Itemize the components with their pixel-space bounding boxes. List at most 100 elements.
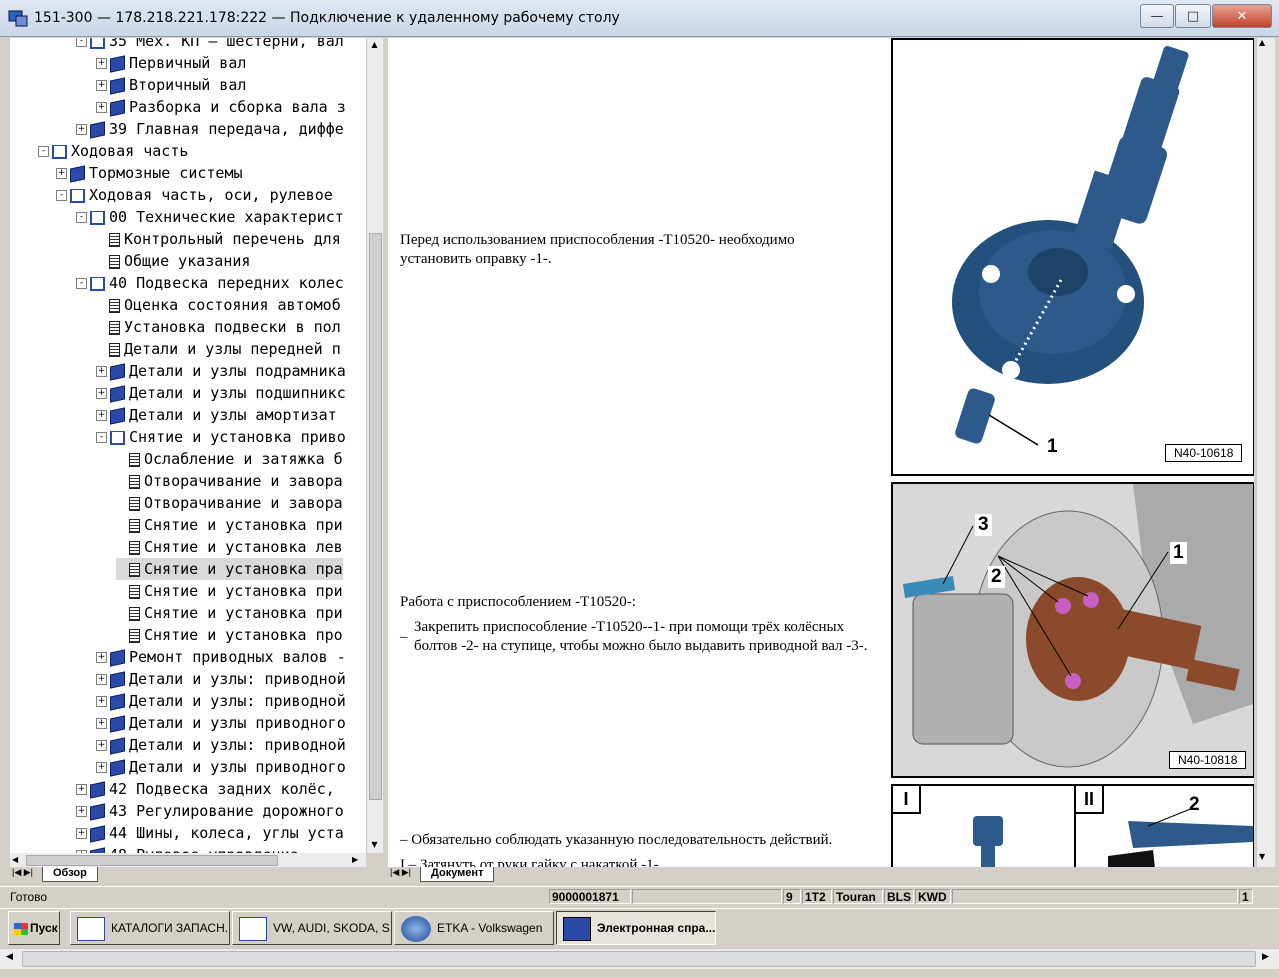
scroll-right-icon[interactable]: ▶ xyxy=(352,853,358,867)
taskbar-item-etka[interactable]: ETKA - Volkswagen xyxy=(394,911,554,945)
expand-icon[interactable]: + xyxy=(96,652,107,663)
maximize-button[interactable]: □ xyxy=(1175,4,1211,28)
tree-item[interactable]: Снятие и установка пра xyxy=(116,558,343,580)
tree-item[interactable]: + Детали и узлы: приводной xyxy=(96,690,346,712)
taskbar-item-vw-audi[interactable]: VW, AUDI, SKODA, S... xyxy=(232,911,392,945)
tree-item[interactable]: Отворачивание и завора xyxy=(116,492,343,514)
expand-icon[interactable]: + xyxy=(96,58,107,69)
tree-item[interactable]: Снятие и установка при xyxy=(116,602,343,624)
tree-item[interactable]: Снятие и установка лев xyxy=(116,536,343,558)
tree-item[interactable]: - Снятие и установка приво xyxy=(96,426,346,448)
tree-item[interactable]: +39 Главная передача, диффе xyxy=(76,118,344,140)
tree-item[interactable]: Установка подвески в пол xyxy=(96,316,341,338)
contents-tree[interactable]: - 35 Мех. КП – шестерни, вал + Первичный ва… xyxy=(10,38,366,853)
expand-icon[interactable]: + xyxy=(96,718,107,729)
tab-nav-icons[interactable]: |◀ ▶| xyxy=(12,867,33,878)
tree-item[interactable]: + Первичный вал xyxy=(96,52,246,74)
close-button[interactable]: ✕ xyxy=(1212,4,1272,28)
collapse-icon[interactable]: - xyxy=(38,146,49,157)
tree-item[interactable]: Общие указания xyxy=(96,250,250,272)
tree-vertical-scrollbar[interactable]: ▲ ▼ xyxy=(366,38,383,853)
scroll-up-icon[interactable]: ▲ xyxy=(1259,38,1265,47)
taskbar-item-label: VW, AUDI, SKODA, S... xyxy=(273,921,392,935)
expand-icon[interactable]: + xyxy=(96,366,107,377)
expand-icon[interactable]: + xyxy=(76,806,87,817)
collapse-icon[interactable]: - xyxy=(56,190,67,201)
minimize-button[interactable]: — xyxy=(1140,4,1174,28)
document-vertical-scrollbar[interactable]: ▲ ▼ xyxy=(1256,38,1275,867)
expand-icon[interactable]: + xyxy=(76,784,87,795)
tree-item[interactable]: + Детали и узлы: приводной xyxy=(96,734,346,756)
expand-icon[interactable]: + xyxy=(96,696,107,707)
scroll-left-icon[interactable]: ◀ xyxy=(12,853,18,867)
tree-item[interactable]: + Детали и узлы амортизат xyxy=(96,404,337,426)
rdp-scroll-thumb[interactable] xyxy=(22,951,1256,967)
window-titlebar[interactable]: 151-300 — 178.218.221.178:222 — Подключе… xyxy=(0,0,1279,37)
tree-item-label: Снятие и установка лев xyxy=(144,538,343,556)
tree-item[interactable]: + Детали и узлы приводного xyxy=(96,756,346,778)
tree-item[interactable]: - 40 Подвеска передних колес xyxy=(76,272,344,294)
tree-item[interactable]: + Детали и узлы подшипникс xyxy=(96,382,346,404)
expand-icon[interactable]: + xyxy=(96,410,107,421)
closed-book-icon xyxy=(110,736,125,755)
expand-icon[interactable]: + xyxy=(56,168,67,179)
collapse-icon[interactable]: - xyxy=(76,38,87,47)
tree-item[interactable]: - 35 Мех. КП – шестерни, вал xyxy=(76,38,344,52)
collapse-icon[interactable]: - xyxy=(76,212,87,223)
tree-item[interactable]: +44 Шины, колеса, углы уста xyxy=(76,822,344,844)
tree-scroll-thumb[interactable] xyxy=(369,233,382,800)
scroll-up-icon[interactable]: ▲ xyxy=(368,38,381,51)
scroll-right-icon[interactable]: ▶ xyxy=(1262,952,1269,962)
expand-icon[interactable]: + xyxy=(96,102,107,113)
expand-icon[interactable]: + xyxy=(96,740,107,751)
tree-item[interactable]: + Тормозные системы xyxy=(56,162,243,184)
tab-document[interactable]: Документ xyxy=(420,867,495,882)
expand-icon[interactable]: + xyxy=(96,674,107,685)
collapse-icon[interactable]: - xyxy=(76,278,87,289)
start-button[interactable]: Пуск xyxy=(8,911,60,945)
taskbar-item-electronic-manual[interactable]: Электронная спра... xyxy=(556,911,716,945)
tree-item[interactable]: Снятие и установка про xyxy=(116,624,343,646)
tree-horizontal-scrollbar[interactable]: ◀ ▶ xyxy=(10,853,366,867)
tree-item-label: Ремонт приводных валов - xyxy=(129,648,346,666)
tree-item[interactable]: +42 Подвеска задних колёс, xyxy=(76,778,335,800)
scroll-down-icon[interactable]: ▼ xyxy=(368,838,381,851)
document-view[interactable]: Перед использованием приспособления -T10… xyxy=(388,38,1254,867)
tree-item[interactable]: Контрольный перечень для xyxy=(96,228,341,250)
tree-item[interactable]: + Детали и узлы подрамника xyxy=(96,360,346,382)
expand-icon[interactable]: + xyxy=(76,828,87,839)
tree-item-label: Общие указания xyxy=(124,252,251,270)
tree-item[interactable]: Детали и узлы передней п xyxy=(96,338,341,360)
expand-icon[interactable]: + xyxy=(96,80,107,91)
tab-overview[interactable]: Обзор xyxy=(42,867,98,882)
tree-item[interactable]: Снятие и установка при xyxy=(116,580,343,602)
taskbar-item-catalogs[interactable]: КАТАЛОГИ ЗАПАСН... xyxy=(70,911,230,945)
tree-item[interactable]: + Вторичный вал xyxy=(96,74,246,96)
rdp-horizontal-scrollbar[interactable]: ◀ ▶ xyxy=(0,948,1279,969)
tree-hscroll-thumb[interactable] xyxy=(26,855,278,866)
tree-item[interactable]: - 00 Технические характерист xyxy=(76,206,344,228)
tab-nav-icons[interactable]: |◀ ▶| xyxy=(390,867,411,878)
tree-item-label: 35 Мех. КП – шестерни, вал xyxy=(109,38,344,50)
tree-item[interactable]: Ослабление и затяжка б xyxy=(116,448,343,470)
scroll-down-icon[interactable]: ▼ xyxy=(1259,852,1265,861)
tree-item[interactable]: +48 Рулевое управление xyxy=(76,844,299,853)
open-book-icon xyxy=(70,188,85,203)
expand-icon[interactable]: + xyxy=(76,124,87,135)
tree-item[interactable]: + Разборка и сборка вала з xyxy=(96,96,346,118)
tree-item[interactable]: + Детали и узлы приводного xyxy=(96,712,346,734)
tree-item[interactable]: Оценка состояния автомоб xyxy=(96,294,341,316)
tree-item[interactable]: + Ремонт приводных валов - xyxy=(96,646,346,668)
expand-icon[interactable]: + xyxy=(96,762,107,773)
tree-item[interactable]: Снятие и установка при xyxy=(116,514,343,536)
collapse-icon[interactable]: - xyxy=(96,432,107,443)
expand-icon[interactable]: + xyxy=(96,388,107,399)
tree-item[interactable]: - Ходовая часть, оси, рулевое xyxy=(56,184,333,206)
tree-item[interactable]: - Ходовая часть xyxy=(38,140,188,162)
tree-item[interactable]: +43 Регулирование дорожного xyxy=(76,800,344,822)
tree-item[interactable]: Отворачивание и завора xyxy=(116,470,343,492)
tree-item[interactable]: + Детали и узлы: приводной xyxy=(96,668,346,690)
open-book-icon xyxy=(90,210,105,225)
status-cell-num: 9 xyxy=(783,889,801,904)
scroll-left-icon[interactable]: ◀ xyxy=(6,952,13,962)
